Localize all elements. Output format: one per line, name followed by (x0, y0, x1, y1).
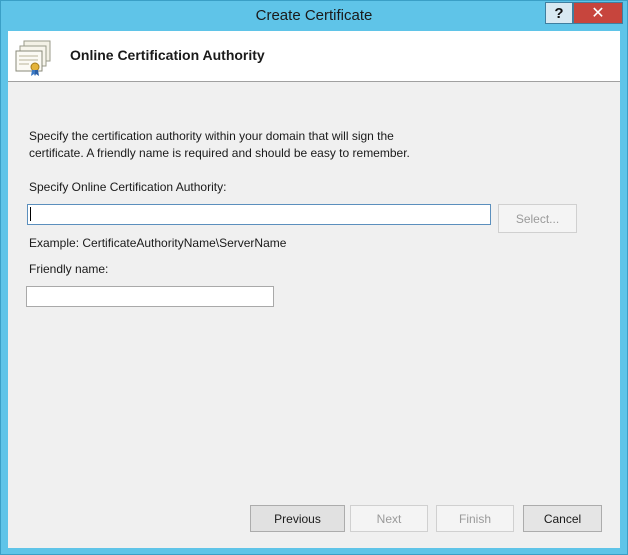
next-button[interactable]: Next (350, 505, 428, 532)
ca-label: Specify Online Certification Authority: (29, 180, 227, 194)
ca-input[interactable] (27, 204, 491, 225)
finish-button[interactable]: Finish (436, 505, 514, 532)
wizard-header: Online Certification Authority (8, 31, 620, 82)
help-button[interactable]: ? (545, 2, 573, 24)
title-bar[interactable]: Create Certificate ? ✕ (1, 1, 627, 31)
certificate-icon (15, 40, 51, 76)
cancel-button[interactable]: Cancel (523, 505, 602, 532)
example-text: Example: CertificateAuthorityName\Server… (29, 236, 287, 250)
close-button[interactable]: ✕ (573, 2, 623, 24)
friendly-name-input[interactable] (26, 286, 274, 307)
create-certificate-dialog: Create Certificate ? ✕ Online Certificat… (0, 0, 628, 555)
window-title: Create Certificate (255, 7, 373, 24)
select-button[interactable]: Select... (498, 204, 577, 233)
description-text: Specify the certification authority with… (29, 129, 410, 160)
friendly-name-label: Friendly name: (29, 262, 109, 276)
close-icon: ✕ (591, 5, 605, 22)
dialog-content: Online Certification Authority Specify t… (8, 31, 620, 548)
previous-button[interactable]: Previous (250, 505, 345, 532)
text-caret (30, 207, 31, 221)
page-title: Online Certification Authority (70, 47, 265, 63)
